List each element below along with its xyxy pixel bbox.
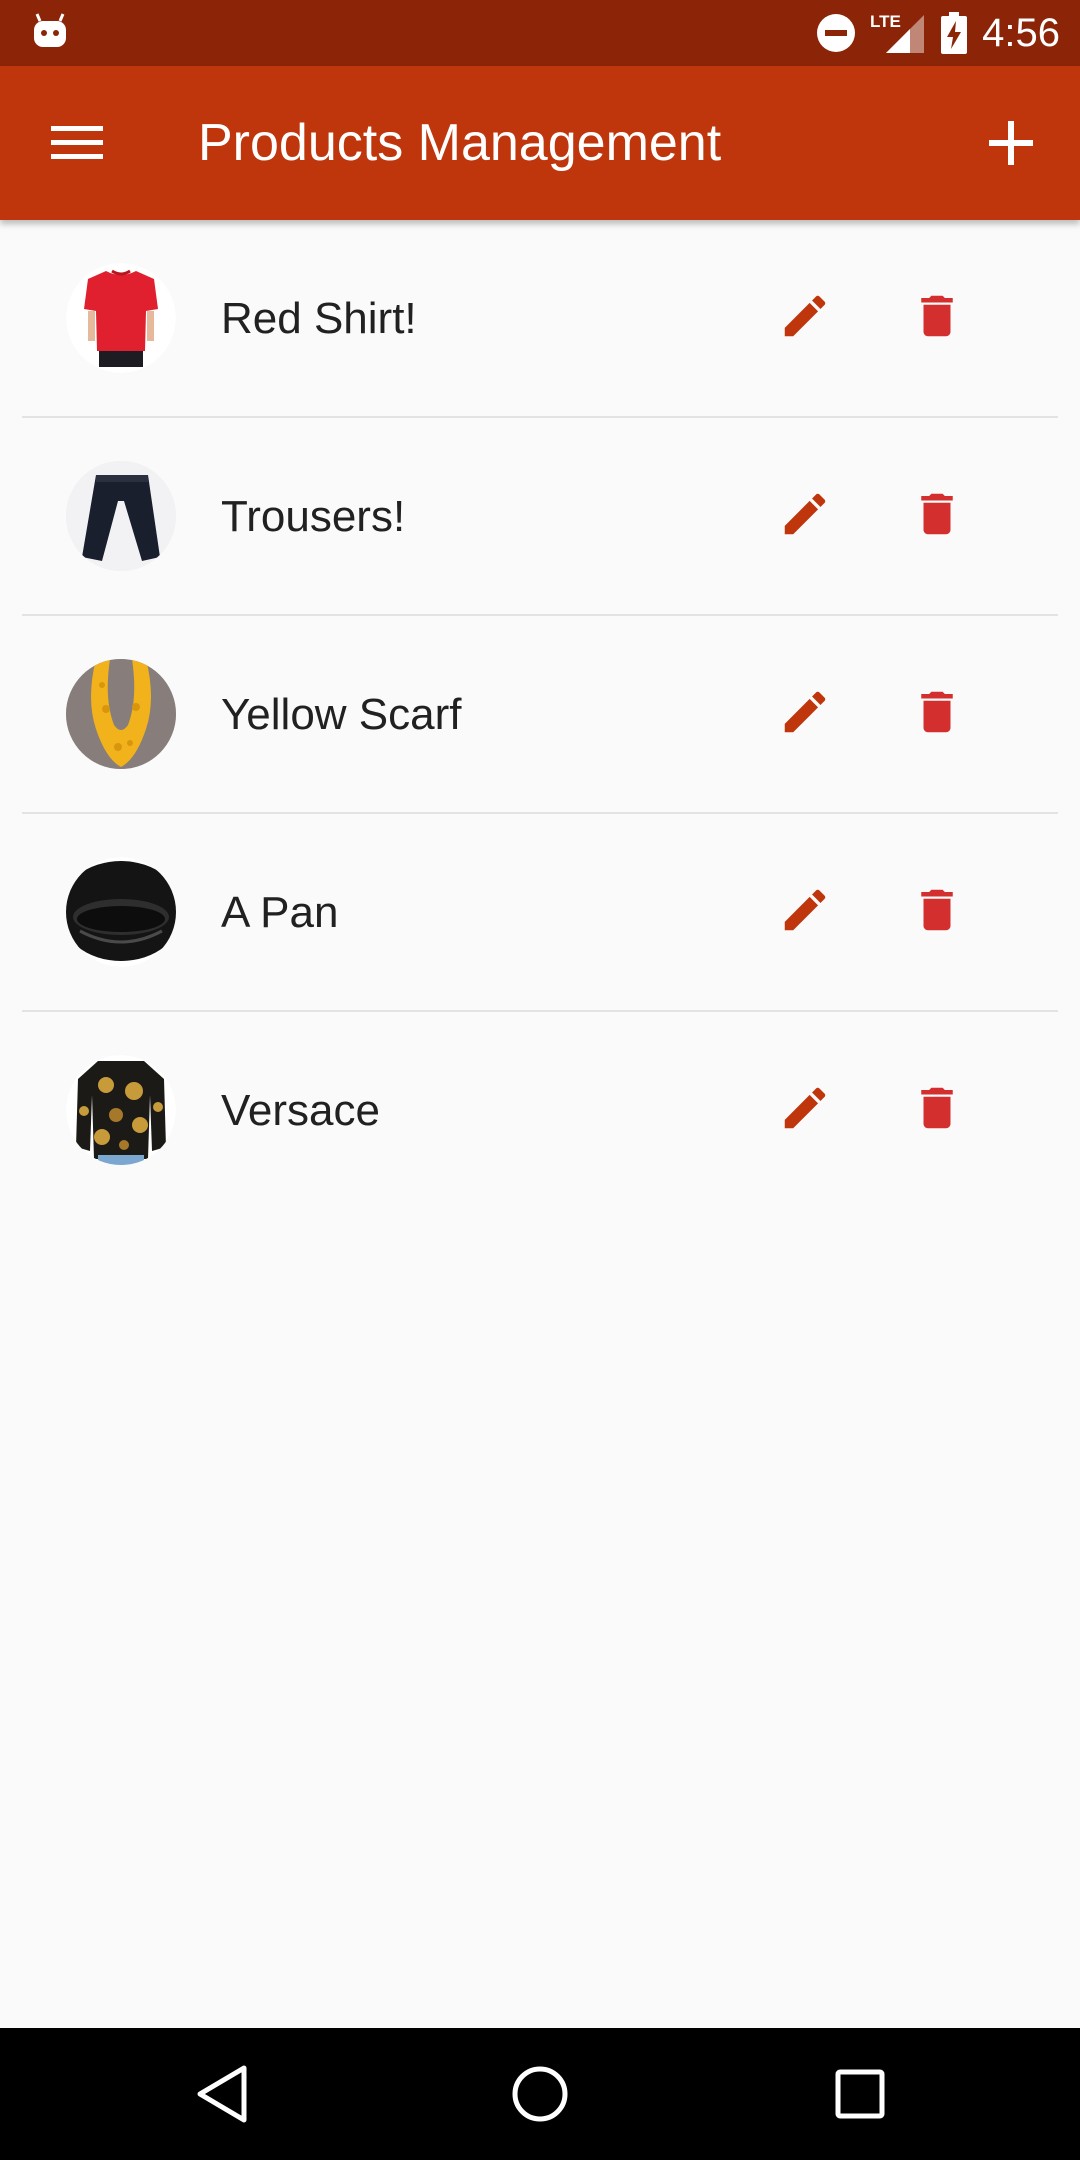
battery-charging-icon <box>941 12 968 54</box>
app-bar: Products Management <box>0 66 1080 220</box>
pan-thumbnail <box>66 857 176 967</box>
trash-icon <box>921 889 953 931</box>
product-name: A Pan <box>221 888 339 937</box>
delete-button[interactable] <box>900 873 974 947</box>
trash-icon <box>921 1087 953 1129</box>
versace-jacket-thumbnail <box>66 1055 176 1165</box>
do-not-disturb-icon <box>817 14 856 52</box>
clock: 4:56 <box>982 11 1060 55</box>
hamburger-menu-icon <box>51 126 103 159</box>
product-row[interactable]: Red Shirt! <box>0 220 1080 418</box>
status-icons: LTE 4:56 <box>816 0 1060 66</box>
add-icon <box>989 121 1033 165</box>
menu-button[interactable] <box>38 109 116 177</box>
edit-button[interactable] <box>768 477 842 551</box>
pencil-icon <box>784 295 826 337</box>
trash-icon <box>921 691 953 733</box>
status-bar: LTE 4:56 <box>0 0 1080 66</box>
delete-button[interactable] <box>900 279 974 353</box>
delete-button[interactable] <box>900 675 974 749</box>
back-icon <box>197 2065 247 2123</box>
product-name: Yellow Scarf <box>221 690 462 739</box>
product-row[interactable]: Trousers! <box>0 418 1080 616</box>
delete-button[interactable] <box>900 1071 974 1145</box>
home-icon <box>512 2066 568 2122</box>
pencil-icon <box>784 889 826 931</box>
product-row[interactable]: A Pan <box>0 814 1080 1012</box>
lte-label: LTE <box>870 12 901 31</box>
edit-button[interactable] <box>768 279 842 353</box>
page-title: Products Management <box>198 114 722 172</box>
recents-icon <box>835 2069 885 2119</box>
add-product-button[interactable] <box>972 104 1050 182</box>
edit-button[interactable] <box>768 1071 842 1145</box>
trash-icon <box>921 295 953 337</box>
pencil-icon <box>784 691 826 733</box>
pencil-icon <box>784 1087 826 1129</box>
product-row[interactable]: Yellow Scarf <box>0 616 1080 814</box>
edit-button[interactable] <box>768 675 842 749</box>
android-debug-icon <box>34 13 66 47</box>
trousers-thumbnail <box>66 461 176 571</box>
delete-button[interactable] <box>900 477 974 551</box>
recents-button[interactable] <box>820 2054 900 2134</box>
edit-button[interactable] <box>768 873 842 947</box>
navigation-bar <box>0 2028 1080 2160</box>
trash-icon <box>921 493 953 535</box>
lte-signal-icon: LTE <box>870 12 925 53</box>
product-name: Red Shirt! <box>221 294 417 343</box>
pencil-icon <box>784 493 826 535</box>
product-name: Versace <box>221 1086 380 1135</box>
back-button[interactable] <box>182 2054 262 2134</box>
red-shirt-thumbnail <box>66 263 176 373</box>
yellow-scarf-thumbnail <box>66 659 176 769</box>
product-row[interactable]: Versace <box>0 1012 1080 1210</box>
home-button[interactable] <box>500 2054 580 2134</box>
product-name: Trousers! <box>221 492 406 541</box>
